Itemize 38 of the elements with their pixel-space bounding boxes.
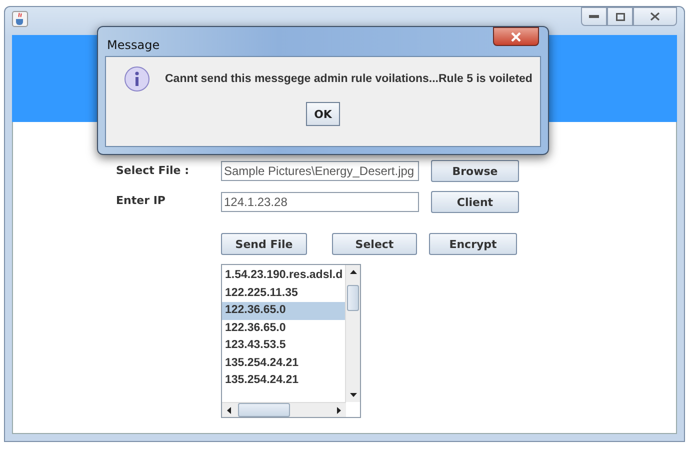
action-button[interactable]: Select [332,233,417,255]
left-arrow-icon[interactable] [227,406,231,414]
field-label: Select File : [116,164,189,177]
close-icon [650,12,660,21]
close-button[interactable] [493,27,539,46]
info-icon [124,66,150,92]
horizontal-scrollbar[interactable] [222,402,346,417]
list-item[interactable]: 122.36.65.0 [222,320,345,337]
field-label: Enter IP [116,194,166,207]
list-item[interactable]: 1.54.23.190.res.adsl.d [222,267,345,284]
close-button[interactable] [633,7,677,26]
java-cup-icon [12,11,28,27]
file-path-field[interactable]: Sample Pictures\Energy_Desert.jpg [221,161,419,181]
action-button[interactable]: Encrypt [429,233,517,255]
right-arrow-icon[interactable] [337,406,341,414]
down-arrow-icon[interactable] [350,393,356,397]
scroll-thumb[interactable] [347,285,359,311]
ok-button[interactable]: OK [306,102,340,126]
minimize-button[interactable] [581,7,607,26]
client-button[interactable]: Client [431,191,519,213]
list-item[interactable]: 122.225.11.35 [222,284,345,302]
list-item[interactable]: 135.254.24.21 [222,354,345,372]
vertical-scrollbar[interactable] [345,265,360,402]
dialog-title: Message [107,38,160,52]
list-item[interactable]: 123.43.53.5 [222,337,345,354]
up-arrow-icon[interactable] [350,270,356,274]
maximize-button[interactable] [607,7,633,26]
browse-button[interactable]: Browse [431,160,519,182]
minimize-icon [589,15,599,18]
list-item[interactable]: 122.36.65.0 [222,302,345,320]
list-item[interactable]: 135.254.24.21 [222,372,345,390]
action-button[interactable]: Send File [221,233,307,255]
dialog-message: Cannt send this messgege admin rule voilations...Rule 5 is voileted [165,73,532,85]
ip-address-field[interactable]: 124.1.23.28 [221,192,419,212]
ip-list[interactable]: 1.54.23.190.res.adsl.d 122.225.11.35 122.36.65.0 122.36.65.0 123.43.53.5 135.254.24.21 135.254.24.21 [221,264,361,418]
scroll-thumb[interactable] [238,403,290,417]
maximize-icon [616,12,624,20]
close-icon [511,32,521,42]
